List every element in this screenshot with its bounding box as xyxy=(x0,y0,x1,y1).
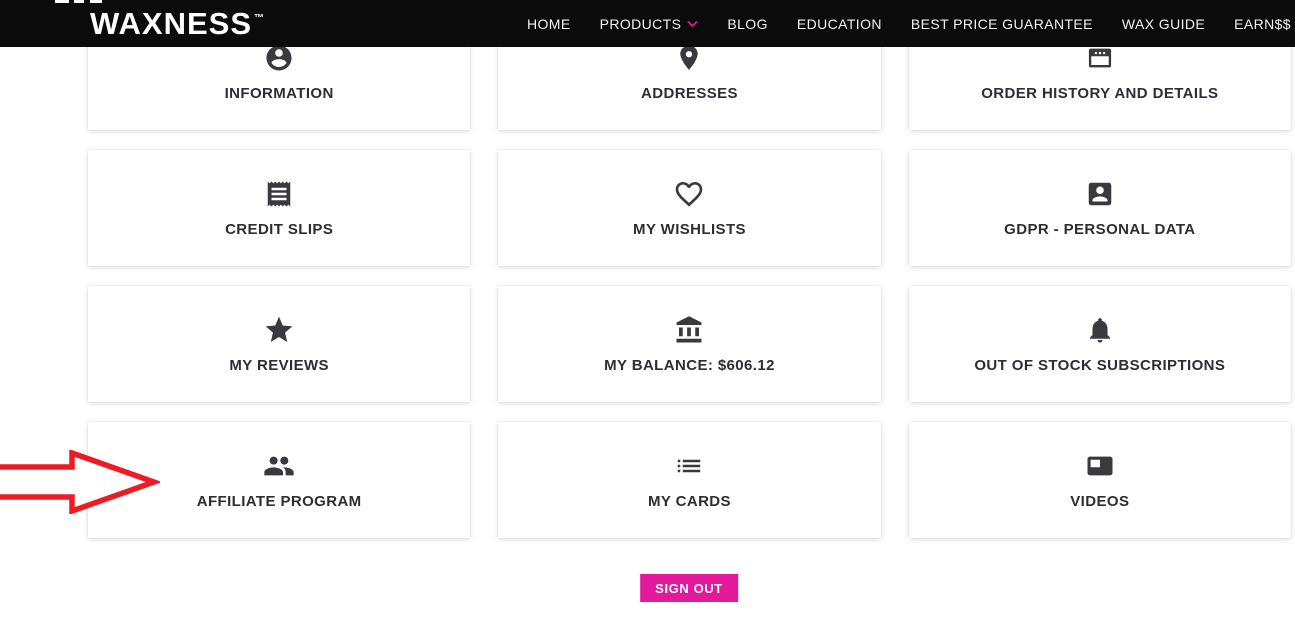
bell-icon xyxy=(1085,315,1115,345)
account-tile-gdpr[interactable]: GDPR - PERSONAL DATA xyxy=(908,150,1291,266)
account-tile-my-balance[interactable]: MY BALANCE: $606.12 xyxy=(498,286,881,402)
sign-out-button[interactable]: SIGN OUT xyxy=(640,574,738,602)
tile-label: MY WISHLISTS xyxy=(633,221,746,238)
brand-logo-text: WAXNESS xyxy=(90,6,253,41)
clipped-text-remnant xyxy=(74,0,84,3)
order-window-icon xyxy=(1086,43,1114,73)
tile-label: GDPR - PERSONAL DATA xyxy=(1004,221,1196,238)
nav-blog[interactable]: BLOG xyxy=(727,16,768,32)
red-annotation-arrow xyxy=(0,450,160,514)
nav-education[interactable]: EDUCATION xyxy=(797,16,882,32)
tile-label: ADDRESSES xyxy=(641,85,738,102)
nav-earn[interactable]: EARN$$ xyxy=(1234,16,1291,32)
receipt-icon xyxy=(264,179,294,209)
map-pin-icon xyxy=(674,43,704,73)
account-circle-icon xyxy=(264,43,294,73)
tile-label: ORDER HISTORY AND DETAILS xyxy=(981,85,1219,102)
tile-label: INFORMATION xyxy=(224,85,334,102)
account-dashboard-grid: INFORMATION ADDRESSES ORDER HISTORY AND … xyxy=(88,14,1291,538)
nav-products-label: PRODUCTS xyxy=(599,15,682,32)
people-icon xyxy=(263,451,295,481)
tile-label: MY BALANCE: $606.12 xyxy=(604,357,775,374)
trademark-symbol: ™ xyxy=(254,13,265,24)
tile-label: AFFILIATE PROGRAM xyxy=(196,493,362,510)
tile-label: MY CARDS xyxy=(648,493,731,510)
clipped-text-remnant xyxy=(90,0,102,3)
account-tile-my-wishlists[interactable]: MY WISHLISTS xyxy=(498,150,881,266)
account-tile-videos[interactable]: VIDEOS xyxy=(908,422,1291,538)
nav-best-price-guarantee[interactable]: BEST PRICE GUARANTEE xyxy=(911,16,1093,32)
id-card-icon xyxy=(1085,179,1115,209)
heart-outline-icon xyxy=(673,179,705,209)
featured-video-icon xyxy=(1085,451,1115,481)
account-tile-my-cards[interactable]: MY CARDS xyxy=(498,422,881,538)
brand-logo[interactable]: WAXNESS ™ xyxy=(90,6,265,41)
nav-wax-guide[interactable]: WAX GUIDE xyxy=(1122,16,1205,32)
account-tile-credit-slips[interactable]: CREDIT SLIPS xyxy=(88,150,471,266)
tile-label: CREDIT SLIPS xyxy=(225,221,334,238)
list-icon xyxy=(674,451,704,481)
main-nav: HOME PRODUCTS BLOG EDUCATION BEST PRICE … xyxy=(527,16,1295,32)
nav-home[interactable]: HOME xyxy=(527,16,571,32)
tile-label: VIDEOS xyxy=(1070,493,1130,510)
tile-label: MY REVIEWS xyxy=(229,357,329,374)
tile-label: OUT OF STOCK SUBSCRIPTIONS xyxy=(974,357,1226,374)
account-tile-out-of-stock-subscriptions[interactable]: OUT OF STOCK SUBSCRIPTIONS xyxy=(908,286,1291,402)
bank-icon xyxy=(674,315,704,345)
top-navbar: WAXNESS ™ HOME PRODUCTS BLOG EDUCATION BE… xyxy=(0,0,1295,47)
star-icon xyxy=(263,315,295,345)
nav-products[interactable]: PRODUCTS xyxy=(600,16,699,32)
account-tile-my-reviews[interactable]: MY REVIEWS xyxy=(88,286,471,402)
chevron-down-icon xyxy=(687,20,698,28)
clipped-text-remnant xyxy=(55,0,69,3)
